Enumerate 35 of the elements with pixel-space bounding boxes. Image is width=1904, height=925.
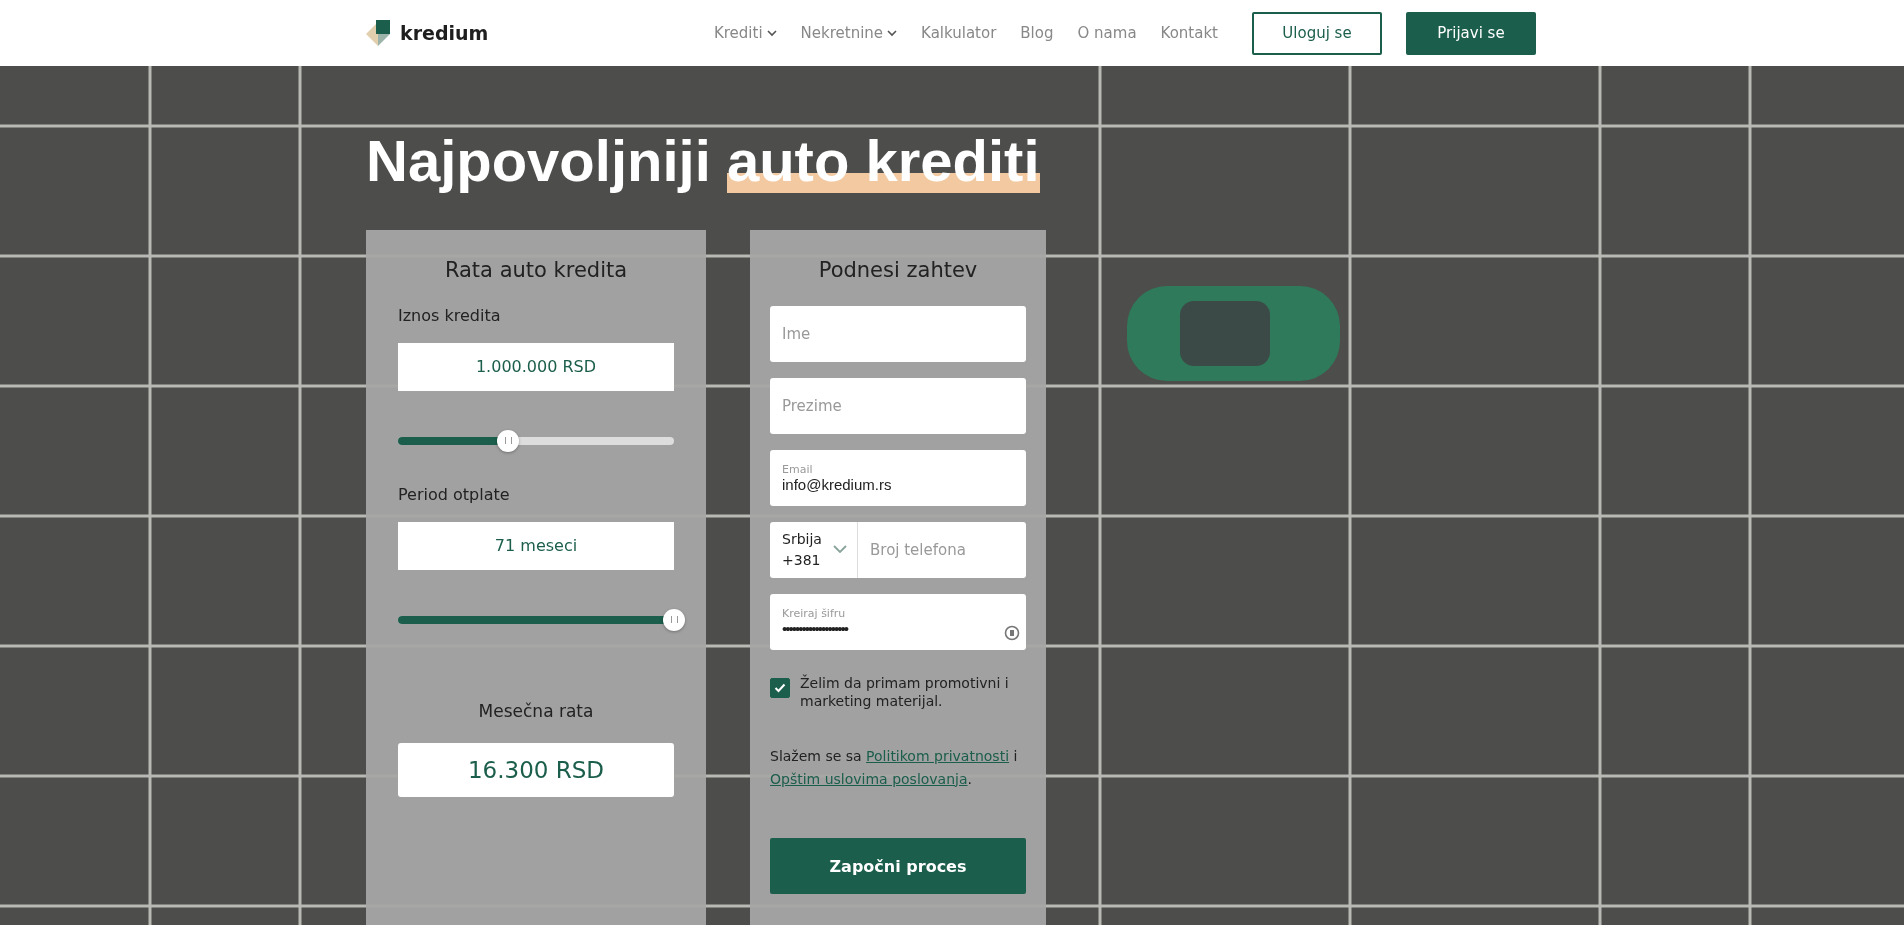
- value-field[interactable]: 71 meseci: [398, 521, 674, 570]
- logo-text[interactable]: kredium: [400, 22, 489, 44]
- first-name-field[interactable]: Ime: [770, 305, 1026, 362]
- check-icon: [774, 682, 786, 693]
- caret-icon: [766, 29, 777, 37]
- logo-icon[interactable]: [366, 20, 392, 46]
- nav-link[interactable]: Kalkulator: [921, 24, 997, 42]
- consent-label: Želim da primam promotivni i marketing materijal.: [800, 673, 1010, 712]
- value-field[interactable]: 1.000.000 RSD: [398, 342, 674, 391]
- nav-link[interactable]: Kontakt: [1160, 24, 1218, 42]
- form-title: Podnesi zahtev: [817, 257, 979, 282]
- chevron-icon: [833, 545, 847, 555]
- country-select[interactable]: Srbija +381: [770, 521, 858, 578]
- slider-handle[interactable]: [663, 608, 685, 631]
- password-field[interactable]: Kreiraj šifru ••••••••••••••••••••: [770, 593, 1026, 650]
- last-name-field[interactable]: Prezime: [770, 377, 1026, 434]
- slider-label: Iznos kredita: [398, 305, 502, 325]
- submit-button[interactable]: Započni proces: [770, 838, 1026, 895]
- caret-icon: [887, 29, 898, 37]
- login-button[interactable]: Uloguj se: [1252, 11, 1382, 55]
- slider-handle[interactable]: [497, 429, 520, 452]
- nav-link[interactable]: Krediti: [713, 24, 777, 42]
- slider-label: Period otplate: [398, 484, 511, 504]
- consent-checkbox[interactable]: [770, 677, 790, 698]
- password-manager-icon[interactable]: [1004, 623, 1020, 642]
- calculator-title: Rata auto kredita: [443, 257, 629, 282]
- result-label: Mesečna rata: [477, 700, 595, 721]
- nav-link[interactable]: O nama: [1077, 24, 1137, 42]
- email-field[interactable]: Email info@kredium.rs: [770, 449, 1026, 506]
- result-value: 16.300 RSD: [398, 742, 674, 797]
- signup-button[interactable]: Prijavi se: [1406, 11, 1536, 55]
- nav-link[interactable]: Nekretnine: [800, 24, 898, 42]
- terms-text: Slažem se sa Politikom privatnosti i Opštim uslovima poslovanja.: [770, 747, 1019, 789]
- phone-field[interactable]: Broj telefona: [858, 521, 1026, 578]
- nav-link[interactable]: Blog: [1020, 24, 1054, 42]
